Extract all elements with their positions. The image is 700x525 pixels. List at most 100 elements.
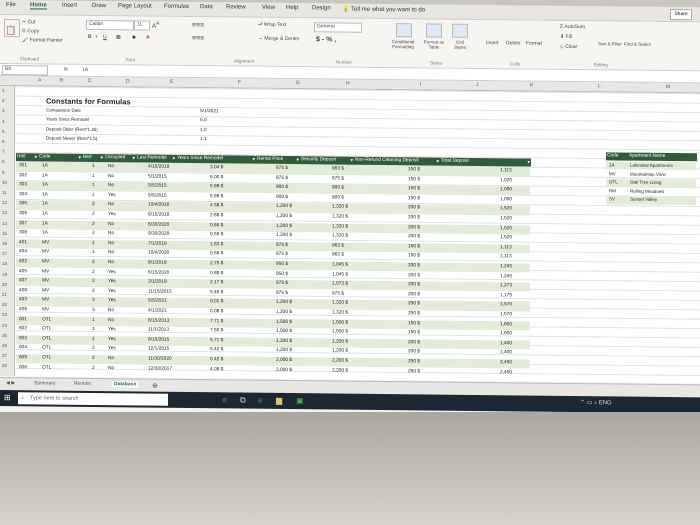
table-cell[interactable]: 2: [92, 202, 95, 207]
table-cell[interactable]: 1,500 $: [276, 329, 292, 334]
table-cell[interactable]: 2.75 $: [210, 261, 223, 266]
table-cell[interactable]: No: [108, 183, 114, 188]
table-cell[interactable]: 150 $: [408, 177, 420, 182]
table-cell[interactable]: 2,200 $: [332, 368, 348, 373]
table-cell[interactable]: 1,273: [500, 283, 512, 288]
cell-styles-icon[interactable]: [452, 23, 468, 38]
table-cell[interactable]: 1,500 $: [332, 320, 348, 325]
row-header[interactable]: 25: [2, 333, 7, 338]
clear-button[interactable]: ◇ Clear: [560, 44, 577, 50]
table-cell[interactable]: 404: [19, 250, 27, 255]
table-cell[interactable]: 2.88 $: [210, 213, 223, 218]
table-cell[interactable]: OTL: [42, 327, 51, 332]
column-header-a[interactable]: A: [38, 77, 41, 83]
merge-center-button[interactable]: ⇔ Merge & Center: [258, 36, 300, 42]
column-header-j[interactable]: J: [476, 82, 479, 88]
table-cell[interactable]: 1,200 $: [276, 204, 292, 209]
lookup-cell[interactable]: 1A: [609, 162, 615, 167]
table-cell[interactable]: 200 $: [408, 263, 420, 268]
table-cell[interactable]: 1A: [42, 163, 48, 168]
grow-font-button[interactable]: AA: [152, 21, 159, 30]
table-cell[interactable]: 5.42 $: [210, 348, 223, 353]
constant-label[interactable]: Deposit Older (Rent*1.25): [46, 126, 98, 132]
table-header-cell[interactable]: Code ▾: [38, 153, 82, 162]
row-header[interactable]: 14: [2, 221, 7, 226]
table-cell[interactable]: 1,050: [500, 187, 512, 192]
table-cell[interactable]: 2,450: [500, 360, 512, 365]
table-cell[interactable]: Yes: [108, 193, 116, 198]
table-cell[interactable]: 0.42 $: [210, 357, 223, 362]
table-cell[interactable]: 1,200 $: [276, 214, 292, 219]
lookup-cell[interactable]: SV: [609, 197, 615, 202]
table-cell[interactable]: 403: [19, 298, 27, 303]
format-button[interactable]: Format: [526, 41, 542, 47]
table-cell[interactable]: Yes: [108, 347, 116, 352]
table-cell[interactable]: 1,025: [500, 178, 512, 183]
table-cell[interactable]: 150 $: [408, 186, 420, 191]
table-cell[interactable]: OTL: [42, 346, 51, 351]
table-cell[interactable]: 950 $: [276, 262, 288, 267]
constant-value[interactable]: 5.0: [200, 118, 207, 123]
italic-button[interactable]: I: [96, 34, 97, 40]
table-cell[interactable]: No: [108, 164, 114, 169]
table-cell[interactable]: 307: [19, 221, 27, 226]
table-cell[interactable]: 1,113: [500, 168, 512, 173]
table-cell[interactable]: 200 $: [408, 225, 420, 230]
table-cell[interactable]: 6.00 $: [210, 175, 223, 180]
table-cell[interactable]: 1,320 $: [332, 214, 348, 219]
table-cell[interactable]: 1,245: [500, 274, 512, 279]
table-cell[interactable]: 200 $: [408, 234, 420, 239]
table-cell[interactable]: 1,320 $: [332, 310, 348, 315]
font-color-icon[interactable]: A: [146, 35, 150, 41]
table-cell[interactable]: 0.88 $: [210, 271, 223, 276]
align-left-icon[interactable]: ≡≡≡: [192, 35, 204, 42]
lookup-header-cell[interactable]: Apartment Name: [628, 152, 697, 162]
table-cell[interactable]: 2,450: [500, 370, 512, 375]
lookup-cell[interactable]: Oak Tree Living: [630, 180, 662, 185]
table-cell[interactable]: 900 $: [276, 185, 288, 190]
table-cell[interactable]: Yes: [108, 289, 116, 294]
excel-taskbar-icon[interactable]: ▣: [296, 396, 304, 405]
table-cell[interactable]: 2: [92, 366, 95, 371]
table-cell[interactable]: 10/4/2016: [148, 203, 169, 208]
row-header[interactable]: 24: [2, 323, 7, 328]
constant-label[interactable]: Comparison Date: [46, 107, 81, 112]
table-cell[interactable]: No: [108, 356, 114, 361]
table-cell[interactable]: 603: [19, 336, 27, 341]
windows-start-icon[interactable]: ⊞: [4, 393, 11, 402]
table-cell[interactable]: 1: [92, 241, 95, 246]
table-cell[interactable]: MV: [42, 240, 49, 245]
table-cell[interactable]: 2: [92, 346, 95, 351]
table-cell[interactable]: 5.99 $: [210, 184, 223, 189]
lookup-cell[interactable]: Rolling Meadows: [630, 188, 664, 193]
column-header-h[interactable]: H: [346, 81, 350, 87]
table-cell[interactable]: 2: [92, 356, 95, 361]
table-cell[interactable]: 2: [92, 279, 95, 284]
table-cell[interactable]: 1,320 $: [332, 205, 348, 210]
row-header[interactable]: 19: [2, 272, 7, 277]
table-cell[interactable]: 1,113: [500, 245, 512, 250]
row-header[interactable]: 10: [2, 180, 7, 185]
filter-dropdown-icon[interactable]: ▾: [350, 157, 353, 165]
table-header-cell[interactable]: Years Since Remodel ▾: [176, 154, 256, 164]
table-header-cell[interactable]: Security Deposit ▾: [300, 156, 354, 165]
table-cell[interactable]: 3: [92, 298, 95, 303]
table-cell[interactable]: No: [108, 231, 114, 236]
table-cell[interactable]: 1,520: [500, 207, 512, 212]
table-cell[interactable]: 602: [19, 326, 27, 331]
table-cell[interactable]: 8/15/2015: [148, 337, 169, 342]
table-cell[interactable]: 1.83 $: [210, 242, 223, 247]
table-cell[interactable]: 304: [19, 192, 27, 197]
lookup-cell[interactable]: Sunset Valley: [630, 197, 657, 202]
table-cell[interactable]: 1: [92, 327, 95, 332]
lookup-cell[interactable]: OTL: [609, 180, 618, 185]
row-header[interactable]: 26: [2, 343, 7, 348]
table-cell[interactable]: 1,400: [500, 341, 512, 346]
filter-dropdown-icon[interactable]: ▾: [78, 154, 81, 162]
table-cell[interactable]: Yes: [108, 327, 116, 332]
autosum-button[interactable]: Σ AutoSum: [560, 24, 585, 30]
table-cell[interactable]: 2,000 $: [276, 358, 292, 363]
cell-styles-button[interactable]: Cell Styles: [450, 40, 470, 50]
table-cell[interactable]: 302: [19, 173, 27, 178]
table-cell[interactable]: 1,320 $: [332, 301, 348, 306]
